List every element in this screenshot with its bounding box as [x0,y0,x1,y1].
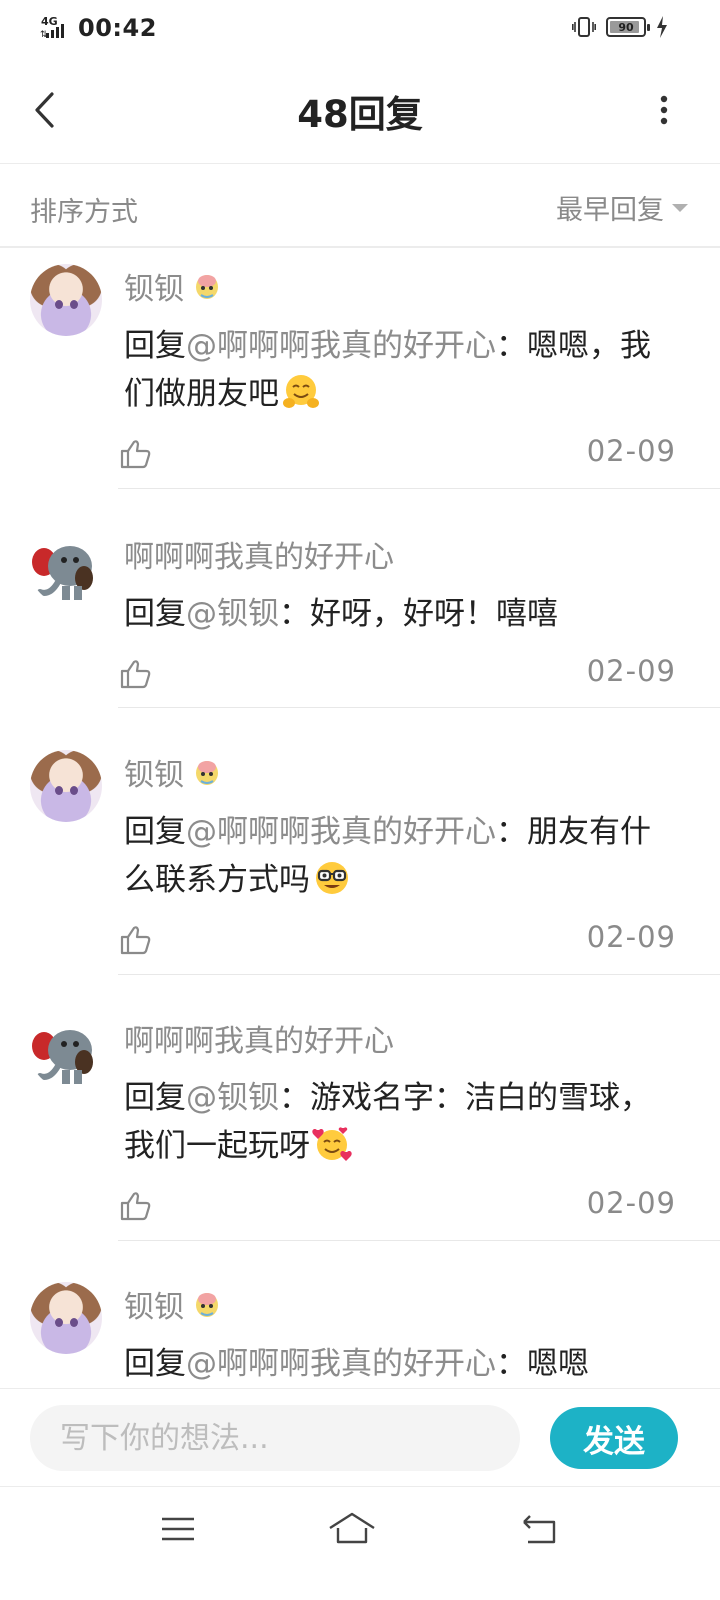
divider [118,707,720,708]
reply-date: 02-09 [586,1186,676,1220]
mention-link[interactable]: @啊啊啊我真的好开心 [186,328,496,364]
divider [118,488,720,489]
home-icon [329,1512,375,1544]
reply-item: 钡钡 回复@啊啊啊我真的好开心：朋友有什么联系方式吗 02-09 [0,736,720,976]
reply-item: 啊啊啊我真的好开心 回复@钡钡：好呀，好呀！嘻嘻 02-09 [0,518,720,708]
reply-text: 回复@啊啊啊我真的好开心：嗯嗯，我们做朋友吧 [124,328,651,412]
mention-link[interactable]: @钡钡 [186,596,279,632]
reply-text: 回复@啊啊啊我真的好开心：朋友有什么联系方式吗 [124,814,651,898]
user-level-badge-icon [196,761,218,785]
home-button[interactable] [322,1507,382,1551]
avatar[interactable] [30,532,102,604]
reply-date: 02-09 [586,920,676,954]
reply-list[interactable]: 钡钡 回复@啊啊啊我真的好开心：嗯嗯，我们做朋友吧 02-09 啊啊啊我真的好开… [0,250,720,1388]
caret-down-icon [672,203,688,212]
thumbs-up-icon[interactable] [118,436,154,472]
status-time: 00:42 [78,14,157,42]
more-options-button[interactable] [652,90,676,130]
thumbs-up-icon[interactable] [118,922,154,958]
reply-date: 02-09 [586,434,676,468]
sort-dropdown[interactable]: 最早回复 [556,188,688,227]
mention-link[interactable]: @啊啊啊我真的好开心 [186,1346,496,1382]
status-bar: 4G ⇅ 00:42 90 [0,0,720,56]
vibrate-icon [572,17,596,37]
sort-bar: 排序方式 最早回复 [0,164,720,248]
mention-link[interactable]: @钡钡 [186,1080,279,1116]
sort-value: 最早回复 [556,195,664,226]
reply-text: 回复@钡钡：游戏名字：洁白的雪球，我们一起玩呀 [124,1080,651,1164]
divider [118,1240,720,1241]
thumbs-up-icon[interactable] [118,1188,154,1224]
back-nav-button[interactable] [508,1507,568,1551]
thumbs-up-icon[interactable] [118,656,154,692]
username[interactable]: 啊啊啊我真的好开心 [124,534,720,575]
sort-label: 排序方式 [30,197,138,228]
hugging-face-emoji-icon [283,375,319,408]
avatar[interactable] [30,1016,102,1088]
user-level-badge-icon [196,1293,218,1317]
system-nav-bar [0,1486,720,1600]
send-button[interactable]: 发送 [550,1407,678,1469]
comment-input-bar: 发送 [0,1388,720,1486]
reply-item: 啊啊啊我真的好开心 回复@钡钡：游戏名字：洁白的雪球，我们一起玩呀 02-09 [0,1002,720,1242]
reply-text: 回复@啊啊啊我真的好开心：嗯嗯 [124,1346,589,1382]
page-title: 48回复 [297,93,423,136]
divider [118,974,720,975]
reply-date: 02-09 [586,654,676,688]
more-vertical-icon [660,95,668,125]
username[interactable]: 啊啊啊我真的好开心 [124,1018,720,1059]
cellular-signal-icon: 4G ⇅ [40,15,74,41]
menu-icon [162,1517,194,1541]
username[interactable]: 钡钡 [124,752,720,793]
username[interactable]: 钡钡 [124,1284,720,1325]
reply-text: 回复@钡钡：好呀，好呀！嘻嘻 [124,596,558,632]
mention-link[interactable]: @啊啊啊我真的好开心 [186,814,496,850]
avatar[interactable] [30,1282,102,1354]
menu-button[interactable] [148,1507,208,1551]
battery-level: 90 [618,20,634,34]
avatar[interactable] [30,264,102,336]
smiling-face-with-hearts-emoji-icon [312,1127,352,1161]
reply-item: 钡钡 回复@啊啊啊我真的好开心：嗯嗯 [0,1268,720,1388]
nerd-face-emoji-icon [316,862,348,894]
app-header: 48回复 [0,56,720,164]
user-level-badge-icon [196,275,218,299]
charging-icon [657,16,667,38]
comment-input[interactable] [30,1405,520,1471]
battery-icon: 90 [606,17,650,37]
avatar[interactable] [30,750,102,822]
return-icon [523,1515,556,1544]
reply-item: 钡钡 回复@啊啊啊我真的好开心：嗯嗯，我们做朋友吧 02-09 [0,250,720,490]
username[interactable]: 钡钡 [124,266,720,307]
